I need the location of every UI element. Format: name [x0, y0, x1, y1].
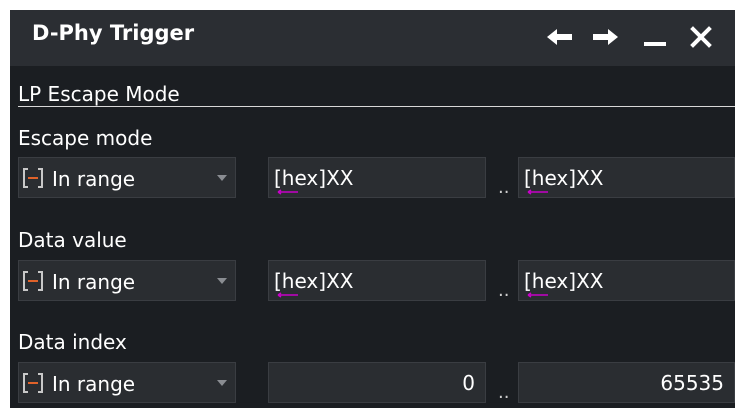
escape-mode-to-input[interactable]: [hex]XX: [518, 157, 735, 198]
dialog-title: D-Phy Trigger: [32, 21, 195, 45]
escape-mode-condition-select[interactable]: In range: [18, 157, 236, 198]
data-value-to-input[interactable]: [hex]XX: [518, 260, 735, 301]
close-icon: [690, 26, 712, 48]
arrow-left-icon: [547, 29, 572, 45]
data-index-range-separator: ..: [498, 382, 510, 403]
data-value-to-value: [hex]XX: [524, 269, 604, 293]
data-index-label: Data index: [18, 330, 127, 354]
forward-button[interactable]: [590, 22, 620, 52]
section-title: LP Escape Mode: [18, 82, 180, 106]
escape-mode-range-separator: ..: [498, 177, 510, 198]
d-phy-trigger-dialog: D-Phy Trigger LP Escape Mode Escape mode: [10, 10, 735, 408]
escape-mode-label: Escape mode: [18, 126, 153, 150]
data-index-condition-select[interactable]: In range: [18, 362, 236, 403]
minimize-icon: [644, 42, 666, 46]
chevron-down-icon: [217, 175, 227, 181]
range-icon: [23, 373, 43, 393]
range-icon: [23, 271, 43, 291]
hex-format-marker-icon: [527, 292, 548, 298]
data-index-condition-value: In range: [52, 372, 136, 396]
data-value-condition-value: In range: [52, 270, 136, 294]
data-value-condition-select[interactable]: In range: [18, 260, 236, 301]
range-icon: [23, 168, 43, 188]
data-index-from-input[interactable]: 0: [268, 362, 486, 403]
close-button[interactable]: [686, 22, 716, 52]
data-value-range-separator: ..: [498, 280, 510, 301]
data-value-label: Data value: [18, 228, 127, 252]
title-bar[interactable]: D-Phy Trigger: [10, 10, 735, 66]
section-divider: [18, 106, 735, 107]
chevron-down-icon: [217, 278, 227, 284]
data-index-to-value: 65535: [660, 371, 724, 395]
back-button[interactable]: [545, 22, 575, 52]
data-index-from-value: 0: [462, 371, 475, 395]
data-value-from-input[interactable]: [hex]XX: [268, 260, 486, 301]
escape-mode-to-value: [hex]XX: [524, 166, 604, 190]
escape-mode-from-input[interactable]: [hex]XX: [268, 157, 486, 198]
chevron-down-icon: [217, 380, 227, 386]
arrow-right-icon: [593, 29, 618, 45]
hex-format-marker-icon: [277, 292, 298, 298]
minimize-button[interactable]: [640, 22, 670, 52]
escape-mode-condition-value: In range: [52, 167, 136, 191]
data-value-from-value: [hex]XX: [274, 269, 354, 293]
hex-format-marker-icon: [277, 189, 298, 195]
hex-format-marker-icon: [527, 189, 548, 195]
data-index-to-input[interactable]: 65535: [518, 362, 735, 403]
escape-mode-from-value: [hex]XX: [274, 166, 354, 190]
